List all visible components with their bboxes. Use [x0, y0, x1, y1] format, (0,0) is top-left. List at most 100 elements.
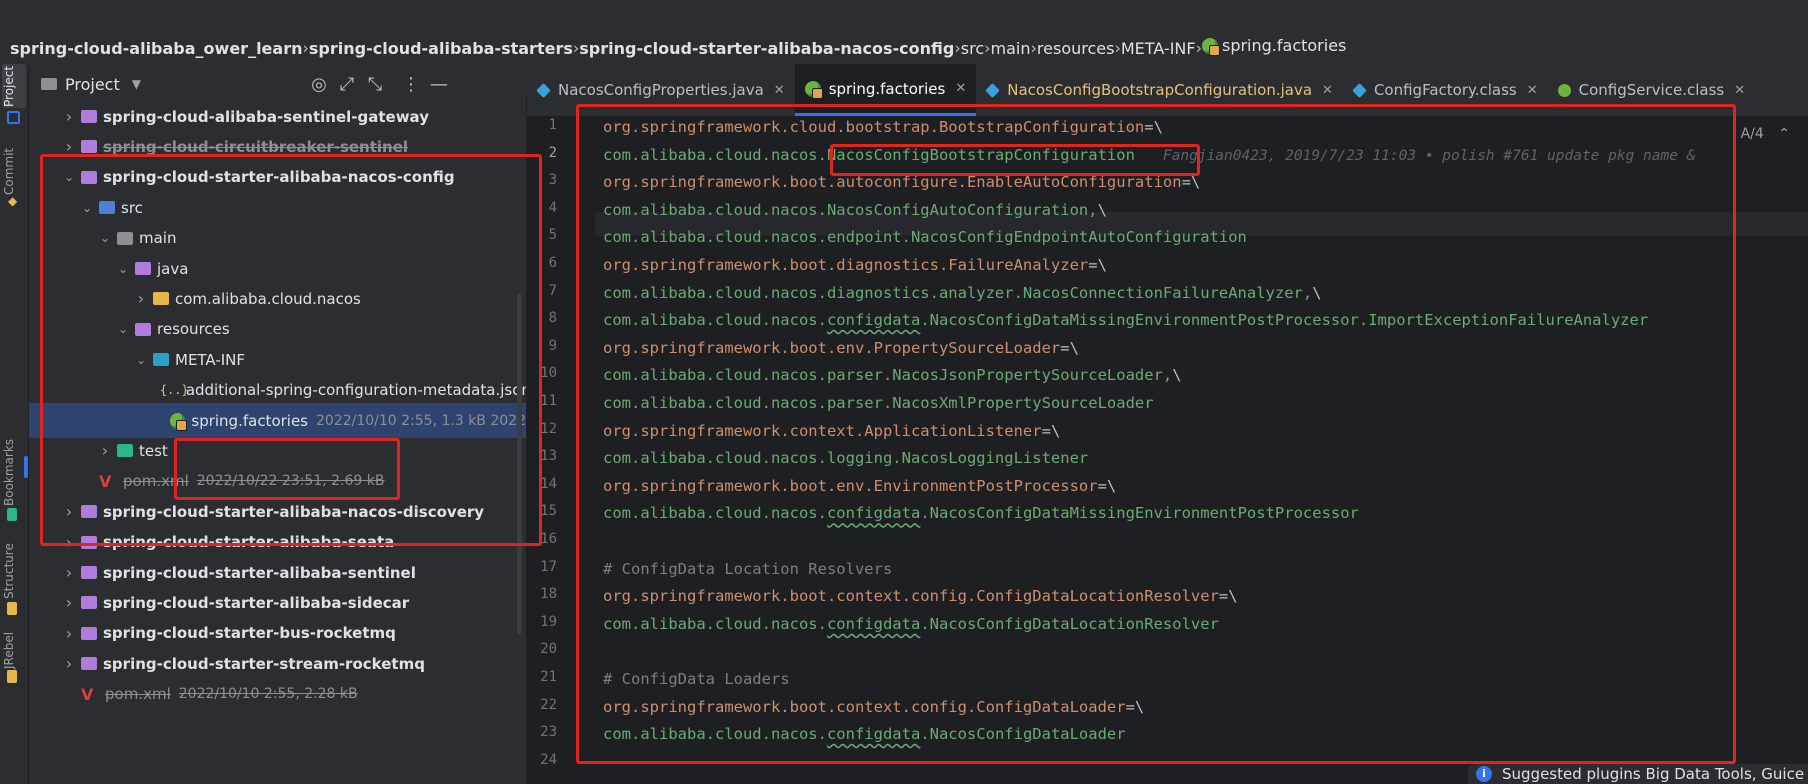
close-icon[interactable]: ✕ — [774, 83, 785, 98]
expand-all-icon[interactable]: ⤢ — [337, 74, 357, 95]
line-number: 9 — [548, 337, 557, 354]
chevron-down-icon[interactable]: ⌄ — [115, 322, 131, 336]
tree-item[interactable]: ›Vpom.xml2022/10/10 2:55, 2.28 kB — [29, 677, 526, 712]
code-line[interactable]: com.alibaba.cloud.nacos.configdata.Nacos… — [603, 501, 1359, 525]
structure-icon — [7, 602, 17, 615]
breadcrumb-item[interactable]: spring.factories — [1201, 36, 1346, 56]
locate-icon[interactable]: ◎ — [309, 74, 329, 95]
chevron-down-icon[interactable]: ⌄ — [79, 201, 95, 215]
module-folder-icon — [81, 140, 97, 154]
breadcrumb-item[interactable]: spring-cloud-alibaba_ower_learn — [10, 39, 302, 58]
code-line[interactable]: org.springframework.cloud.bootstrap.Boot… — [603, 115, 1163, 139]
tree-item-label: com.alibaba.cloud.nacos — [175, 289, 361, 308]
code-text: com.alibaba.cloud.nacos.parser.NacosXmlP… — [603, 394, 1154, 412]
src-folder-icon — [99, 201, 115, 215]
tree-scrollbar[interactable] — [517, 294, 522, 634]
tree-item-label: spring.factories — [191, 411, 308, 430]
chevron-right-icon[interactable]: › — [61, 533, 77, 552]
editor-tab[interactable]: NacosConfigBootstrapConfiguration.java ✕ — [976, 64, 1343, 116]
close-icon[interactable]: ✕ — [1734, 83, 1745, 98]
folder-icon — [41, 78, 57, 90]
tool-tab-bookmarks[interactable]: Bookmarks — [2, 439, 26, 506]
project-icon — [7, 111, 20, 124]
code-line[interactable]: com.alibaba.cloud.nacos.parser.NacosXmlP… — [603, 391, 1154, 415]
editor-tab[interactable]: NacosConfigProperties.java ✕ — [527, 64, 795, 116]
code-line[interactable]: org.springframework.boot.env.PropertySou… — [603, 336, 1079, 360]
chevron-down-icon[interactable]: ⌄ — [61, 170, 77, 184]
module-folder-icon — [81, 170, 97, 184]
code-line[interactable]: com.alibaba.cloud.nacos.parser.NacosJson… — [603, 363, 1182, 387]
chevron-right-icon[interactable]: › — [61, 502, 77, 521]
breadcrumb-item[interactable]: spring-cloud-alibaba-starters — [309, 39, 573, 58]
code-line[interactable]: com.alibaba.cloud.nacos.configdata.Nacos… — [603, 612, 1219, 636]
chevron-down-icon[interactable]: ⌄ — [133, 353, 149, 367]
tool-tab-project[interactable]: Project — [2, 64, 26, 108]
tab-label: spring.factories — [828, 79, 946, 98]
notification-text: Suggested plugins Big Data Tools, Guice — [1502, 765, 1805, 783]
code-line[interactable]: com.alibaba.cloud.nacos.NacosConfigBoots… — [603, 143, 1695, 167]
code-line[interactable]: # ConfigData Location Resolvers — [603, 557, 892, 581]
code-line[interactable]: org.springframework.boot.env.Environment… — [603, 474, 1116, 498]
tool-tab-structure[interactable]: Structure — [2, 542, 26, 600]
breadcrumb-item[interactable]: spring-cloud-starter-alibaba-nacos-confi… — [579, 39, 954, 58]
editor-tab[interactable]: ConfigFactory.class ✕ — [1343, 64, 1548, 116]
breadcrumb-item[interactable]: META-INF — [1121, 39, 1196, 58]
code-suffix: \ — [1097, 200, 1107, 219]
project-panel: Project ▼ ◎ ⤢ ⤡ ⋮ — › spring-cloud-alibab… — [29, 64, 526, 784]
tree-item-label: META-INF — [175, 350, 246, 369]
code-line[interactable]: com.alibaba.cloud.nacos.configdata.Nacos… — [603, 722, 1126, 746]
code-text: com.alibaba.cloud.nacos.endpoint.NacosCo… — [603, 228, 1247, 247]
code-line[interactable]: org.springframework.context.ApplicationL… — [603, 419, 1060, 443]
tree-item-meta: 2022/10/10 2:55, 2.28 kB — [178, 686, 358, 703]
code-text-warning: configdata — [826, 311, 921, 330]
editor-tab[interactable]: ConfigService.class ✕ — [1548, 64, 1755, 116]
chevron-right-icon[interactable]: › — [61, 563, 77, 582]
notification-balloon[interactable]: i Suggested plugins Big Data Tools, Guic… — [1468, 764, 1808, 784]
code-line[interactable]: org.springframework.boot.autoconfigure.E… — [603, 170, 1200, 194]
code-line[interactable]: org.springframework.boot.diagnostics.Fai… — [603, 253, 1107, 277]
hide-panel-icon[interactable]: — — [429, 74, 449, 95]
module-folder-icon — [81, 596, 97, 610]
chevron-right-icon[interactable]: › — [61, 107, 77, 126]
chevron-down-icon[interactable]: ⌄ — [115, 262, 131, 276]
close-icon[interactable]: ✕ — [955, 81, 966, 96]
project-view-selector[interactable]: Project ▼ — [41, 75, 141, 94]
code-line[interactable]: # ConfigData Loaders — [603, 667, 790, 691]
module-folder-icon — [81, 110, 97, 123]
close-icon[interactable]: ✕ — [1527, 83, 1538, 98]
chevron-up-icon[interactable]: ⌃ — [1778, 126, 1790, 142]
code-line[interactable]: com.alibaba.cloud.nacos.diagnostics.anal… — [603, 281, 1322, 305]
code-line[interactable]: com.alibaba.cloud.nacos.endpoint.NacosCo… — [603, 225, 1247, 249]
inspection-count: A/4 — [1740, 126, 1764, 142]
close-icon[interactable]: ✕ — [1322, 83, 1333, 98]
code-line[interactable]: com.alibaba.cloud.nacos.configdata.Nacos… — [603, 308, 1648, 332]
code-line[interactable]: org.springframework.boot.context.config.… — [603, 584, 1238, 608]
code-text: org.springframework.cloud.bootstrap.Boot… — [603, 118, 1145, 136]
code-line[interactable]: com.alibaba.cloud.nacos.logging.NacosLog… — [603, 446, 1088, 470]
code-line[interactable]: com.alibaba.cloud.nacos.NacosConfigAutoC… — [603, 198, 1107, 222]
tree-item-label: spring-cloud-starter-alibaba-sentinel — [103, 563, 416, 582]
chevron-right-icon[interactable]: › — [61, 593, 77, 612]
tab-label: NacosConfigProperties.java — [558, 81, 764, 99]
chevron-right-icon[interactable]: › — [61, 654, 77, 673]
line-number: 6 — [548, 255, 557, 271]
breadcrumb-label: spring-cloud-starter-alibaba-nacos-confi… — [579, 38, 955, 58]
code-suffix: \ — [1312, 283, 1322, 302]
chevron-right-icon[interactable]: › — [133, 289, 149, 308]
code-text: org.springframework.context.ApplicationL… — [603, 421, 1042, 440]
editor-tab[interactable]: spring.factories ✕ — [794, 64, 977, 116]
more-options-icon[interactable]: ⋮ — [401, 74, 421, 95]
chevron-down-icon[interactable]: ⌄ — [97, 231, 113, 245]
breadcrumb-item[interactable]: src — [961, 39, 984, 58]
chevron-right-icon[interactable]: › — [61, 137, 77, 156]
collapse-all-icon[interactable]: ⤡ — [365, 74, 385, 95]
code-view[interactable]: org.springframework.cloud.bootstrap.Boot… — [603, 116, 1808, 784]
inspection-indicator[interactable]: A/4 ⌃ — [1741, 126, 1790, 142]
tool-tab-commit[interactable]: Commit — [2, 144, 26, 198]
tool-tab-jrebel[interactable]: JRebel — [2, 630, 26, 670]
breadcrumb-item[interactable]: main — [991, 39, 1031, 58]
breadcrumb-item[interactable]: resources — [1037, 39, 1115, 58]
code-line[interactable]: org.springframework.boot.context.config.… — [603, 695, 1144, 719]
chevron-right-icon[interactable]: › — [61, 624, 77, 643]
chevron-right-icon[interactable]: › — [97, 441, 113, 460]
